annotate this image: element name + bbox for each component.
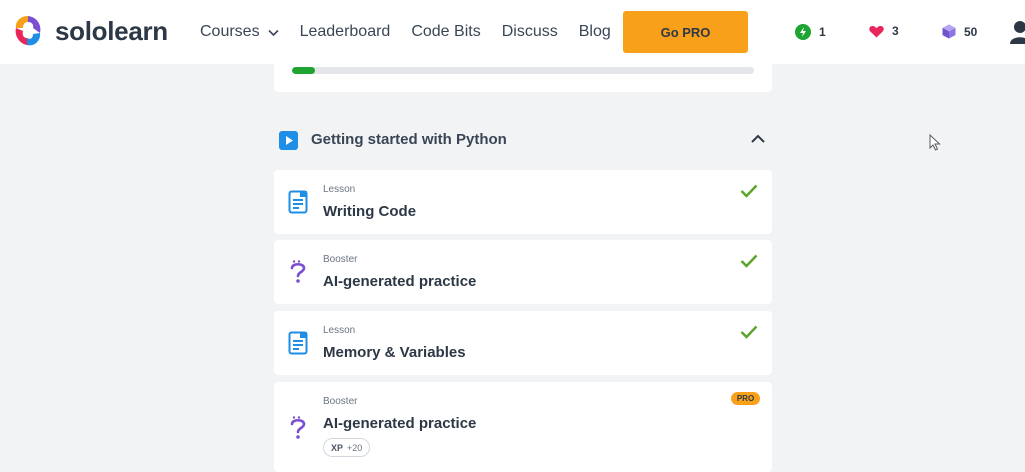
module-header[interactable]: Getting started with Python [274, 120, 772, 160]
profile-avatar-icon[interactable] [1010, 20, 1025, 44]
lesson-type-label: Lesson [323, 325, 356, 336]
mouse-cursor-icon [929, 134, 941, 151]
gems-count: 50 [964, 24, 978, 39]
sololearn-logo[interactable]: sololearn [12, 14, 168, 48]
nav-code-bits[interactable]: Code Bits [411, 23, 480, 41]
lesson-title: Writing Code [323, 203, 417, 220]
brand-name: sololearn [55, 15, 168, 46]
document-icon [288, 190, 308, 214]
play-icon [279, 131, 298, 150]
course-progress-bar [292, 67, 754, 74]
streak-count: 1 [819, 25, 826, 39]
go-pro-button[interactable]: Go PRO [623, 11, 748, 53]
nav-discuss-label: Discuss [501, 23, 558, 40]
gem-icon [942, 24, 956, 39]
chevron-up-icon[interactable] [750, 133, 766, 145]
streak-counter[interactable]: 1 [795, 24, 826, 40]
lesson-title: Memory & Variables [323, 344, 466, 361]
question-icon [290, 416, 306, 439]
lesson-item[interactable]: Booster AI-generated practice PRO XP +20 [274, 382, 772, 472]
main-nav: Courses Leaderboard Code Bits Discuss Bl… [200, 0, 632, 64]
question-icon [290, 260, 306, 283]
course-progress-card [274, 56, 772, 92]
lesson-type-label: Lesson [323, 184, 356, 195]
nav-blog-label: Blog [578, 23, 611, 40]
nav-courses[interactable]: Courses [200, 23, 279, 41]
checkmark-icon [740, 254, 758, 268]
gems-counter[interactable]: 50 [942, 24, 977, 39]
hearts-counter[interactable]: 3 [869, 24, 899, 38]
lesson-title: AI-generated practice [323, 415, 477, 432]
course-progress-fill [292, 67, 316, 74]
chevron-down-icon [268, 29, 279, 36]
nav-blog[interactable]: Blog [579, 23, 611, 41]
lightning-icon [795, 24, 811, 40]
xp-value: +20 [347, 442, 363, 453]
xp-label: XP [331, 442, 344, 453]
sololearn-logo-icon [15, 16, 41, 46]
xp-badge: XP +20 [323, 438, 371, 457]
heart-icon [869, 25, 884, 37]
lesson-item[interactable]: Lesson Memory & Variables [274, 311, 772, 375]
lesson-type-label: Booster [323, 254, 358, 265]
nav-leaderboard[interactable]: Leaderboard [300, 23, 391, 41]
module-title: Getting started with Python [311, 131, 507, 148]
lesson-item[interactable]: Booster AI-generated practice [274, 240, 772, 304]
nav-leaderboard-label: Leaderboard [299, 23, 391, 40]
pro-badge: PRO [731, 392, 760, 405]
hearts-count: 3 [892, 24, 899, 38]
lesson-title: AI-generated practice [323, 273, 477, 290]
lesson-type-label: Booster [323, 396, 358, 407]
checkmark-icon [740, 184, 758, 198]
lesson-item[interactable]: Lesson Writing Code [274, 170, 772, 234]
nav-code-bits-label: Code Bits [411, 23, 481, 40]
nav-courses-label: Courses [200, 23, 260, 40]
checkmark-icon [740, 325, 758, 339]
nav-discuss[interactable]: Discuss [502, 23, 558, 41]
top-navigation-bar: sololearn Courses Leaderboard Code Bits … [0, 0, 1025, 64]
document-icon [288, 331, 308, 355]
